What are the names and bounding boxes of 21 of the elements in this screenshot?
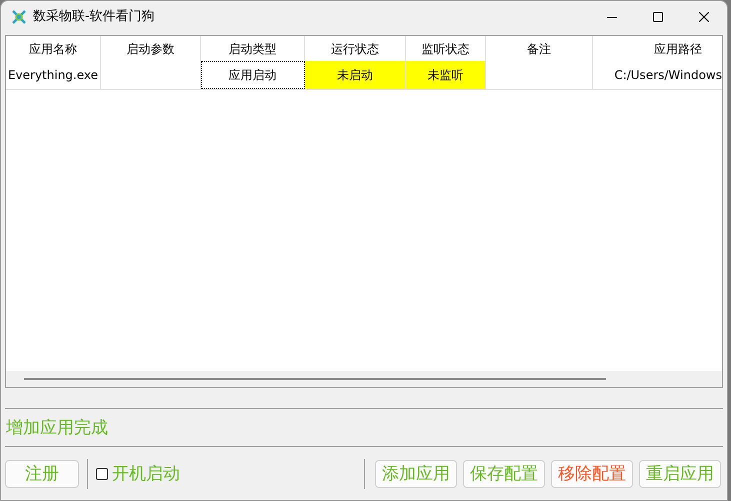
window-title: 数采物联-软件看门狗 (33, 8, 155, 26)
autostart-label: 开机启动 (112, 463, 180, 486)
horizontal-scrollbar[interactable] (6, 371, 722, 387)
close-icon (699, 12, 709, 22)
scrollbar-thumb[interactable] (24, 378, 606, 380)
autostart-checkbox[interactable] (96, 468, 108, 480)
column-header[interactable]: 应用路径 (654, 40, 702, 58)
maximize-icon (653, 12, 663, 22)
table-cell: 未监听 (406, 61, 486, 89)
column-header[interactable]: 监听状态 (422, 40, 470, 58)
table-cell: Everything.exe (6, 61, 101, 89)
app-logo-icon (11, 9, 27, 25)
table-cell: 未启动 (305, 61, 406, 89)
column-header[interactable]: 运行状态 (331, 40, 379, 58)
table-cell: C:/Users/Windows (593, 61, 722, 89)
column-header[interactable]: 应用名称 (29, 40, 77, 58)
status-message: 增加应用完成 (6, 416, 108, 439)
column-header[interactable]: 备注 (527, 40, 551, 58)
column-header[interactable]: 启动参数 (126, 40, 174, 58)
column-header[interactable]: 启动类型 (228, 40, 276, 58)
minimize-icon (607, 16, 617, 18)
